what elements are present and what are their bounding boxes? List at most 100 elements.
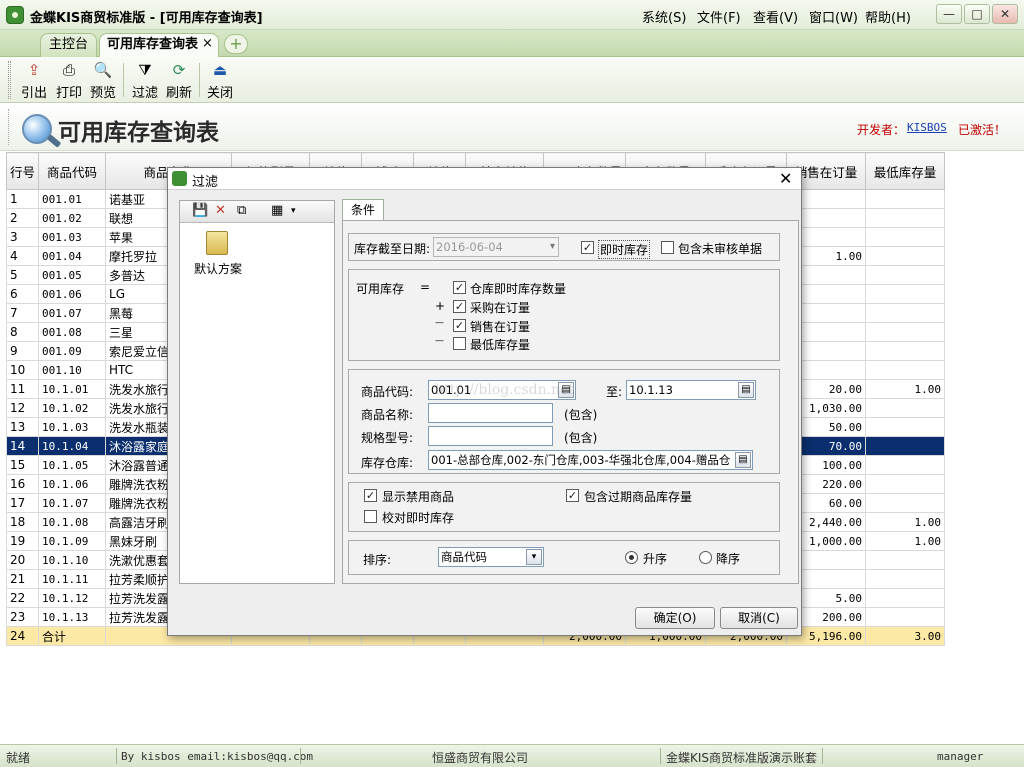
table-cell: 17 (5, 493, 40, 513)
warehouse-input[interactable]: 001-总部仓库,002-东门仓库,003-华强北仓库,004-赠品仓 ▤ (428, 450, 753, 470)
delete-scheme-icon[interactable]: ✕ (215, 203, 226, 219)
date-group: 库存截至日期: 2016-06-04 ▾ ✓ 即时库存 包含未审核单据 (348, 233, 780, 261)
table-cell: 001.10 (38, 360, 107, 380)
print-button[interactable]: ⎙ 打印 (53, 60, 85, 101)
table-cell: 10.1.09 (38, 531, 107, 551)
spec-input[interactable] (428, 426, 553, 446)
table-cell: 9 (5, 341, 40, 361)
sort-group: 排序: 商品代码 ▾ 升序 降序 (348, 540, 780, 575)
column-header[interactable]: 行号 (5, 152, 40, 190)
dropdown-arrow-icon[interactable]: ▾ (291, 203, 296, 219)
table-cell (865, 474, 946, 494)
status-separator (300, 748, 301, 764)
warehouse-label: 库存仓库: (361, 456, 414, 470)
table-cell: 10 (5, 360, 40, 380)
status-separator (660, 748, 661, 764)
code-to-input[interactable]: 10.1.13 ▤ (626, 380, 756, 400)
add-tab-icon[interactable]: + (224, 34, 248, 54)
column-header[interactable]: 商品代码 (38, 152, 107, 190)
sort-select[interactable]: 商品代码 ▾ (438, 547, 544, 567)
scheme-panel: 💾 ✕ ⧉ ▦ ▾ 默认方案 (179, 200, 335, 584)
menu-system[interactable]: 系统(S) (642, 7, 686, 26)
realtime-stock-label: 即时库存 (598, 240, 651, 259)
menu-file[interactable]: 文件(F) (697, 7, 741, 26)
table-cell: 12 (5, 398, 40, 418)
table-cell (865, 246, 946, 266)
table-cell: 1.00 (865, 531, 946, 551)
menu-window[interactable]: 窗口(W) (809, 7, 858, 26)
product-filter-group: 商品代码: 001.01 ▤ 至: 10.1.13 ▤ 商品名称: (包含) 规… (348, 369, 780, 474)
close-window-button[interactable]: ✕ (992, 4, 1018, 24)
warehouse-qty-checkbox[interactable]: ✓ (453, 281, 466, 294)
code-from-picker-icon[interactable]: ▤ (558, 382, 574, 398)
grid-view-icon[interactable]: ▦ (271, 203, 283, 219)
name-input[interactable] (428, 403, 553, 423)
minimize-button[interactable]: — (936, 4, 962, 24)
filter-button[interactable]: ⧩ 过滤 (129, 60, 161, 101)
verify-stock-checkbox[interactable] (364, 510, 377, 523)
unaudited-checkbox[interactable] (661, 241, 674, 254)
default-scheme-label[interactable]: 默认方案 (194, 260, 242, 277)
table-cell: 10.1.05 (38, 455, 107, 475)
table-cell: 001.07 (38, 303, 107, 323)
code-from-input[interactable]: 001.01 ▤ (428, 380, 576, 400)
save-scheme-icon[interactable]: 💾 (192, 203, 208, 219)
table-cell (865, 417, 946, 437)
date-value: 2016-06-04 (436, 240, 503, 254)
date-input[interactable]: 2016-06-04 ▾ (433, 237, 559, 257)
spec-contains-label: (包含) (564, 431, 598, 445)
descending-radio[interactable] (699, 551, 712, 564)
include-expired-checkbox[interactable]: ✓ (566, 489, 579, 502)
name-contains-label: (包含) (564, 408, 598, 422)
table-cell: 2 (5, 208, 40, 228)
sort-dropdown-icon[interactable]: ▾ (526, 549, 542, 565)
ok-button[interactable]: 确定(O) (635, 607, 715, 629)
status-user: manager (937, 750, 984, 763)
toolbar: ⇪ 引出 ⎙ 打印 🔍 预览 ⧩ 过滤 ⟳ 刷新 ⏏ 关闭 (0, 57, 1024, 103)
developer-link[interactable]: KISBOS (907, 121, 947, 134)
preview-button[interactable]: 🔍 预览 (87, 60, 119, 101)
purchase-order-checkbox[interactable]: ✓ (453, 300, 466, 313)
table-cell: 4 (5, 246, 40, 266)
code-to-picker-icon[interactable]: ▤ (738, 382, 754, 398)
refresh-button[interactable]: ⟳ 刷新 (163, 60, 195, 101)
warehouse-value: 001-总部仓库,002-东门仓库,003-华强北仓库,004-赠品仓 (431, 453, 731, 467)
folder-icon[interactable] (206, 231, 228, 255)
refresh-icon: ⟳ (172, 61, 186, 79)
header-grip (8, 109, 11, 145)
table-cell (865, 284, 946, 304)
export-button[interactable]: ⇪ 引出 (18, 60, 50, 101)
menu-view[interactable]: 查看(V) (753, 7, 798, 26)
table-cell: 15 (5, 455, 40, 475)
table-cell (865, 208, 946, 228)
table-cell: 001.03 (38, 227, 107, 247)
tab-available-stock[interactable]: 可用库存查询表 (99, 33, 219, 57)
tab-main-console[interactable]: 主控台 (40, 33, 97, 57)
ascending-radio[interactable] (625, 551, 638, 564)
table-cell: 001.05 (38, 265, 107, 285)
table-cell: 3.00 (865, 626, 946, 646)
tab-conditions[interactable]: 条件 (342, 199, 384, 221)
min-stock-checkbox[interactable] (453, 337, 466, 350)
table-cell: 6 (5, 284, 40, 304)
warehouse-picker-icon[interactable]: ▤ (735, 452, 751, 468)
copy-scheme-icon[interactable]: ⧉ (237, 203, 246, 219)
refresh-label: 刷新 (165, 86, 192, 101)
maximize-button[interactable]: □ (964, 4, 990, 24)
cancel-button[interactable]: 取消(C) (720, 607, 798, 629)
column-header[interactable]: 最低库存量 (865, 152, 946, 190)
sales-order-checkbox[interactable]: ✓ (453, 319, 466, 332)
activation-status: 已激活！ (958, 123, 1007, 137)
menu-help[interactable]: 帮助(H) (865, 7, 911, 26)
realtime-stock-checkbox[interactable]: ✓ (581, 241, 594, 254)
tab-close-icon[interactable]: × (202, 36, 213, 51)
table-cell: 1.00 (865, 512, 946, 532)
close-button[interactable]: ⏏ 关闭 (204, 60, 236, 101)
table-cell (865, 322, 946, 342)
table-cell: 001.06 (38, 284, 107, 304)
show-disabled-checkbox[interactable]: ✓ (364, 489, 377, 502)
table-cell: 20 (5, 550, 40, 570)
dialog-close-icon[interactable]: ✕ (779, 169, 792, 188)
status-separator (116, 748, 117, 764)
preview-icon: 🔍 (93, 61, 113, 79)
